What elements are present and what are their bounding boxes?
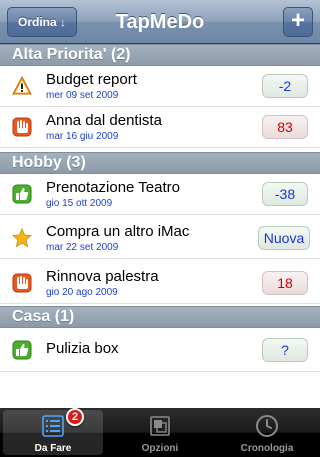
thumbs-up-icon xyxy=(12,184,32,204)
task-row-budget-report[interactable]: Budget report mer 09 set 2009 -2 xyxy=(0,66,320,107)
thumbs-up-icon xyxy=(12,340,32,360)
clock-icon xyxy=(256,415,278,437)
tab-da-fare[interactable]: 2 Da Fare xyxy=(0,408,106,457)
list-icon xyxy=(42,415,64,437)
section-header-hobby: Hobby (3) xyxy=(0,152,320,174)
section-header-casa: Casa (1) xyxy=(0,306,320,328)
task-badge: Nuova xyxy=(258,226,310,250)
task-row-prenotazione-teatro[interactable]: Prenotazione Teatro gio 15 ott 2009 -38 xyxy=(0,174,320,215)
hand-stop-icon xyxy=(12,117,32,137)
add-task-button[interactable]: + xyxy=(283,7,313,37)
star-icon xyxy=(12,228,32,248)
task-title: Compra un altro iMac xyxy=(46,223,190,240)
task-row-rinnova-palestra[interactable]: Rinnova palestra gio 20 ago 2009 18 xyxy=(0,263,320,304)
navigation-bar: Ordina ↓ TapMeDo + xyxy=(0,0,320,44)
tab-label: Da Fare xyxy=(34,443,72,454)
task-title: Prenotazione Teatro xyxy=(46,179,180,196)
task-date: gio 20 ago 2009 xyxy=(46,287,118,298)
task-row-pulizia-box[interactable]: Pulizia box ? xyxy=(0,328,320,372)
task-row-anna-dal-dentista[interactable]: Anna dal dentista mar 16 giu 2009 83 xyxy=(0,107,320,148)
task-date: mar 22 set 2009 xyxy=(46,242,119,253)
task-title: Pulizia box xyxy=(46,340,119,357)
task-title: Rinnova palestra xyxy=(46,268,159,285)
sort-button[interactable]: Ordina ↓ xyxy=(7,7,77,37)
hand-stop-icon xyxy=(12,273,32,293)
tab-bar: 2 Da Fare Opzioni Cronologia xyxy=(0,408,320,457)
task-badge: -2 xyxy=(262,74,308,98)
options-icon xyxy=(150,416,170,436)
warning-icon xyxy=(12,76,32,95)
task-badge: -38 xyxy=(262,182,308,206)
tab-badge-count: 2 xyxy=(66,408,84,426)
section-header-alta-priorita: Alta Priorita' (2) xyxy=(0,44,320,66)
task-date: mer 09 set 2009 xyxy=(46,90,119,101)
tab-cronologia[interactable]: Cronologia xyxy=(214,408,320,457)
task-title: Budget report xyxy=(46,71,137,88)
task-date: gio 15 ott 2009 xyxy=(46,198,113,209)
task-date: mar 16 giu 2009 xyxy=(46,131,119,142)
task-badge: ? xyxy=(262,338,308,362)
tab-opzioni[interactable]: Opzioni xyxy=(107,408,213,457)
task-badge: 83 xyxy=(262,115,308,139)
tab-label: Cronologia xyxy=(240,443,294,454)
task-badge: 18 xyxy=(262,271,308,295)
task-title: Anna dal dentista xyxy=(46,112,162,129)
tab-label: Opzioni xyxy=(141,443,179,454)
task-row-compra-imac[interactable]: Compra un altro iMac mar 22 set 2009 Nuo… xyxy=(0,218,320,259)
